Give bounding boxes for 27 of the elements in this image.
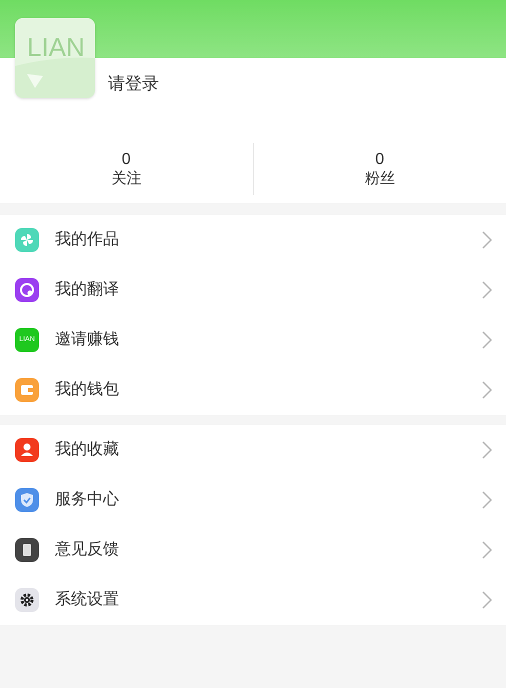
menu-item[interactable]: 我的钱包 (0, 365, 506, 415)
menu-item[interactable]: 服务中心 (0, 475, 506, 525)
chevron-right-icon (482, 491, 492, 509)
stat-label[interactable]: 粉丝 (364, 170, 395, 188)
stat-count[interactable]: 0 (375, 150, 384, 170)
chevron-right-icon (482, 541, 492, 559)
menu-item[interactable]: 我的翻译 (0, 265, 506, 315)
chevron-right-icon (482, 591, 492, 609)
person-icon (15, 438, 39, 462)
avatar-logo-text: LIAN (27, 34, 85, 60)
chevron-right-icon (482, 331, 492, 349)
wallet-icon (15, 378, 39, 402)
chevron-right-icon (482, 381, 492, 399)
menu-item[interactable]: 我的收藏 (0, 425, 506, 475)
chevron-right-icon (482, 281, 492, 299)
menu-item[interactable]: 意见反馈 (0, 525, 506, 575)
menu-item[interactable]: 我的作品 (0, 215, 506, 265)
document-icon (15, 538, 39, 562)
chevron-right-icon (482, 441, 492, 459)
chevron-right-icon (482, 231, 492, 249)
stat-label[interactable]: 关注 (111, 170, 142, 188)
shield-icon (15, 488, 39, 512)
menu-item[interactable]: 系统设置 (0, 575, 506, 625)
login-prompt[interactable]: 请登录 (108, 71, 159, 96)
pinwheel-icon (15, 228, 39, 252)
stat-count[interactable]: 0 (122, 150, 131, 170)
gear-icon (15, 588, 39, 612)
